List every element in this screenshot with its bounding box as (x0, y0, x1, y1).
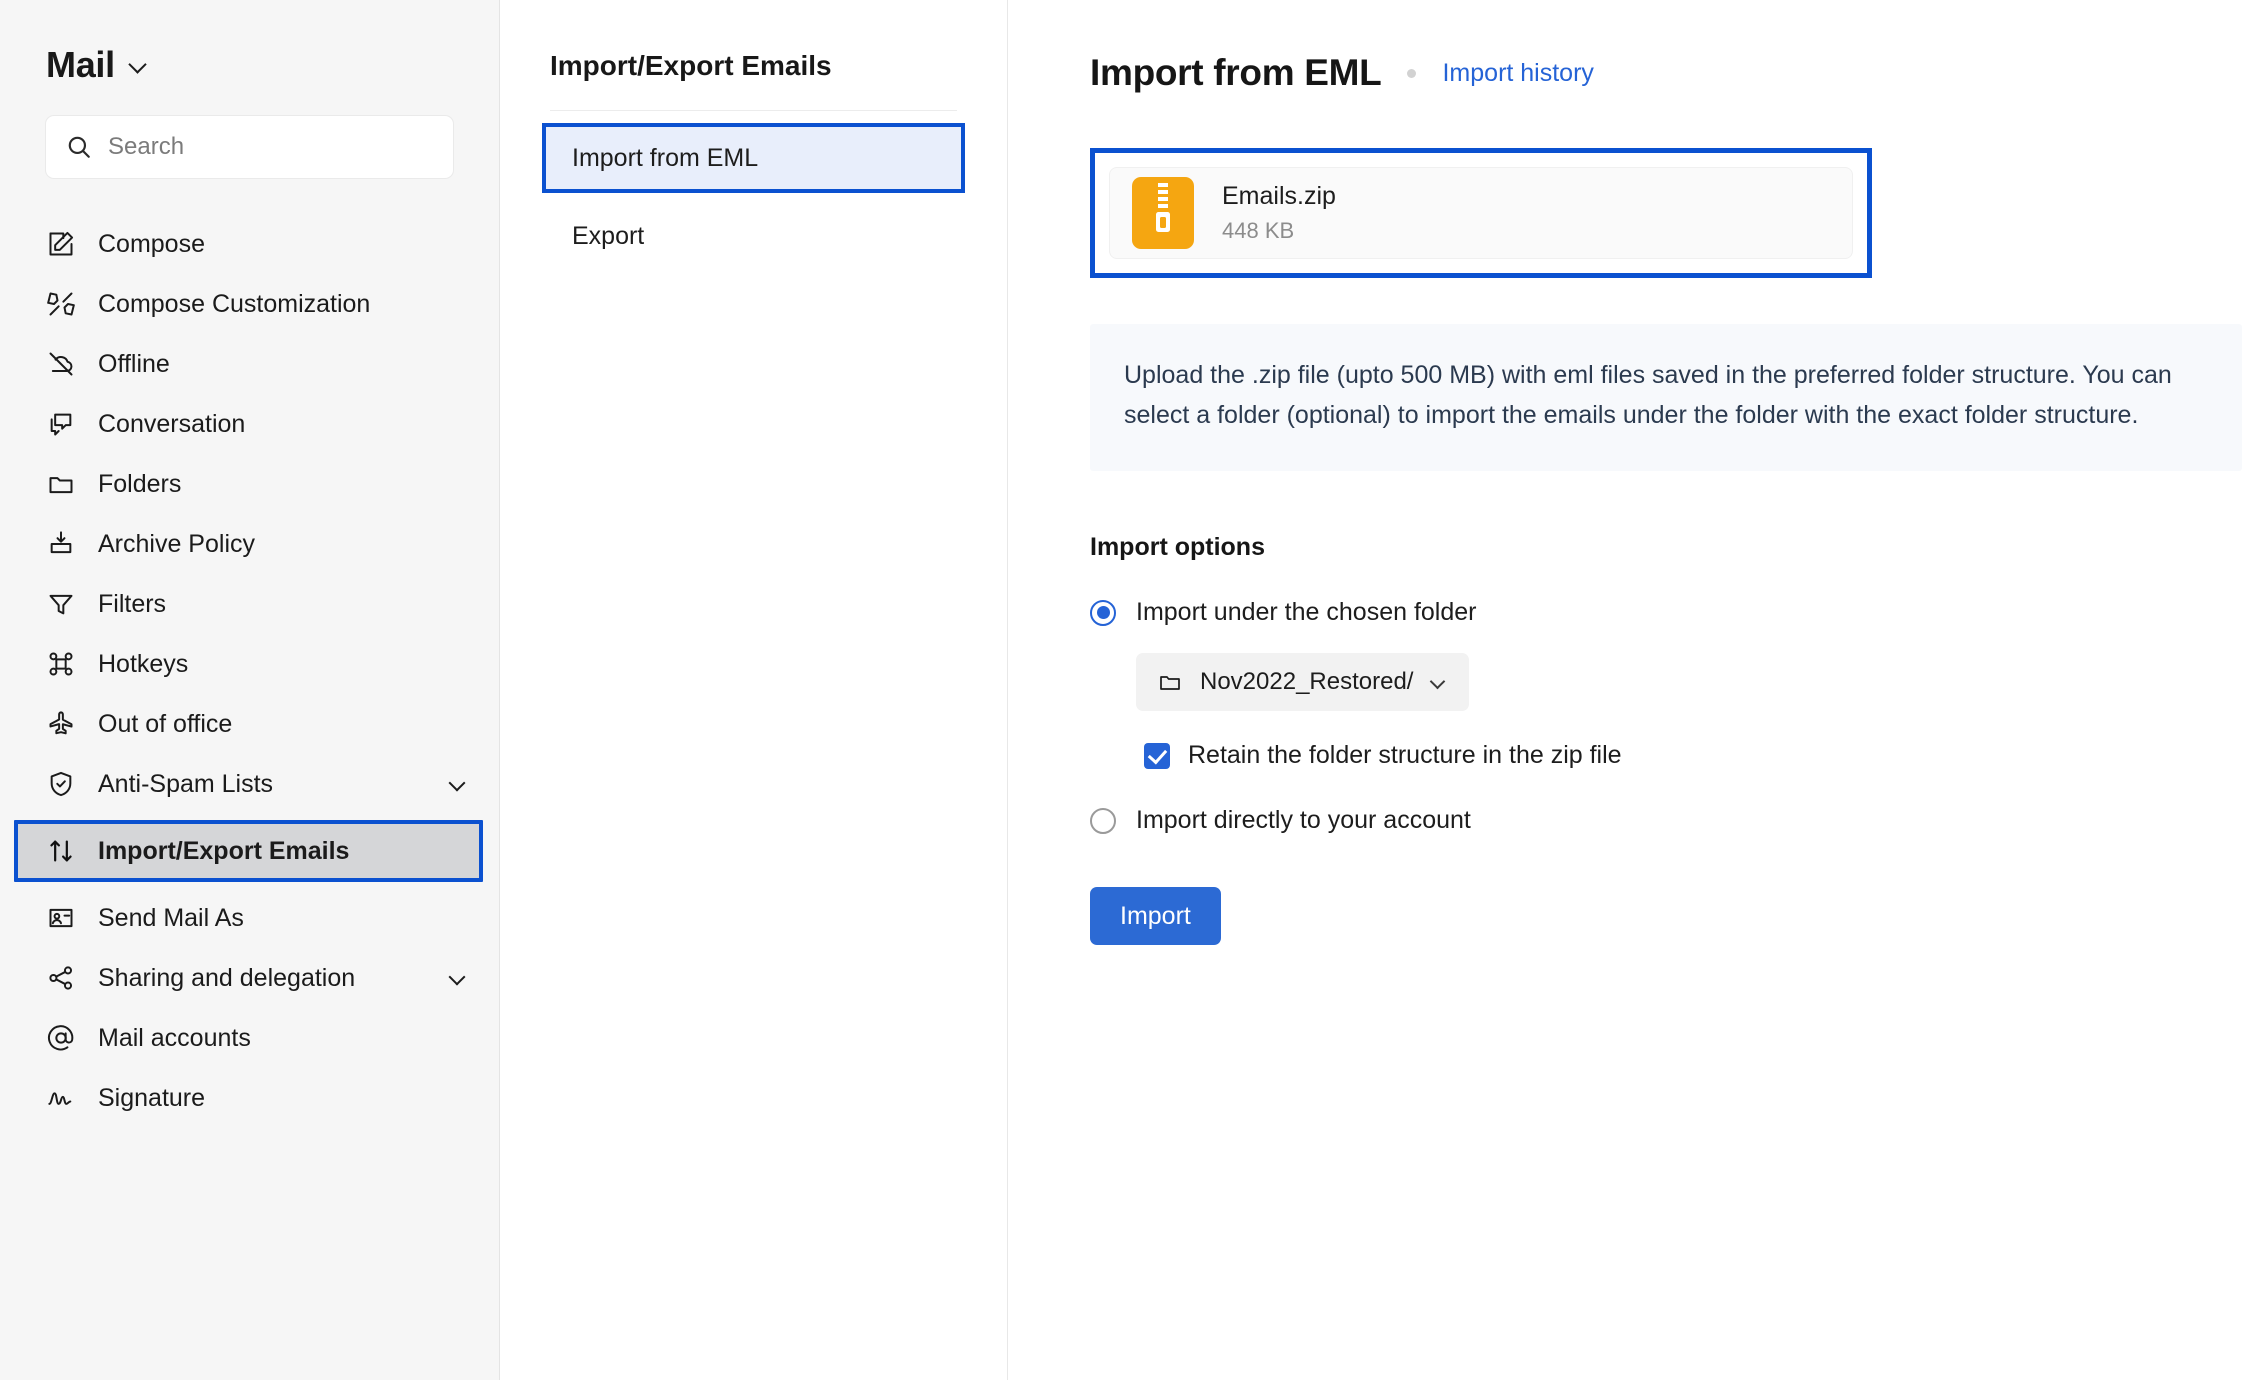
settings-subnav-panel: Import/Export Emails Import from EML Exp… (500, 0, 1008, 1380)
file-size: 448 KB (1222, 218, 1295, 243)
sidebar-item-label: Send Mail As (98, 903, 244, 932)
file-meta: Emails.zip 448 KB (1222, 182, 1336, 244)
signature-icon (46, 1083, 76, 1113)
checkbox-checked-icon[interactable] (1144, 742, 1170, 769)
sidebar-item-label: Compose (98, 229, 205, 258)
sidebar-item-sharing-and-delegation[interactable]: Sharing and delegation (0, 948, 499, 1008)
subnav-item-label: Import from EML (572, 143, 759, 172)
separator-dot-icon (1407, 68, 1417, 78)
sidebar-item-filters[interactable]: Filters (0, 574, 499, 634)
radio-label: Import under the chosen folder (1136, 598, 1477, 626)
sidebar-item-offline[interactable]: Offline (0, 334, 499, 394)
info-banner-text: Upload the .zip file (upto 500 MB) with … (1124, 361, 2172, 429)
page-title: Import from EML (1090, 52, 1382, 93)
import-button[interactable]: Import (1090, 887, 1221, 945)
sidebar-item-label: Sharing and delegation (98, 963, 356, 992)
checkbox-retain-folder-structure[interactable]: Retain the folder structure in the zip f… (1144, 741, 2204, 770)
sidebar-item-compose-customization[interactable]: Compose Customization (0, 274, 499, 334)
sidebar-item-label: Archive Policy (98, 529, 255, 558)
folder-icon (1158, 670, 1182, 694)
chat-icon (46, 409, 76, 439)
folder-select-dropdown[interactable]: Nov2022_Restored/ (1136, 653, 1470, 711)
sidebar-item-signature[interactable]: Signature (0, 1068, 499, 1128)
contact-card-icon (46, 903, 76, 933)
shield-check-icon (46, 769, 76, 799)
sidebar-item-hotkeys[interactable]: Hotkeys (0, 634, 499, 694)
folder-select-value: Nov2022_Restored/ (1200, 668, 1414, 695)
sidebar-item-label: Folders (98, 469, 182, 498)
sidebar-nav: Compose Compose Customization Offline Co… (0, 214, 499, 1128)
sidebar-item-label: Signature (98, 1083, 206, 1112)
radio-button-unselected-icon[interactable] (1090, 807, 1116, 834)
sidebar-item-label: Offline (98, 349, 170, 378)
subnav-item-import-from-eml[interactable]: Import from EML (542, 123, 965, 193)
uploaded-file-highlight: Emails.zip 448 KB (1090, 148, 1872, 278)
search-icon (66, 134, 92, 160)
sidebar-item-send-mail-as[interactable]: Send Mail As (0, 888, 499, 948)
chevron-down-icon[interactable] (449, 774, 469, 794)
airplane-icon (46, 709, 76, 739)
funnel-icon (46, 589, 76, 619)
sidebar-item-mail-accounts[interactable]: Mail accounts (0, 1008, 499, 1068)
sidebar-item-folders[interactable]: Folders (0, 454, 499, 514)
search-box[interactable] (46, 116, 453, 178)
chevron-down-icon[interactable] (129, 55, 149, 75)
main-content: Import from EML Import history Emails.zi… (1008, 0, 2264, 1380)
tools-icon (46, 289, 76, 319)
app-root: Mail Compose (0, 0, 2264, 1380)
cloud-off-icon (46, 349, 76, 379)
at-sign-icon (46, 1023, 76, 1053)
radio-import-directly-to-account[interactable]: Import directly to your account (1090, 806, 2204, 835)
file-name: Emails.zip (1222, 182, 1336, 210)
subnav-item-label: Export (572, 221, 645, 250)
sidebar-item-label: Mail accounts (98, 1023, 251, 1052)
sidebar-item-archive-policy[interactable]: Archive Policy (0, 514, 499, 574)
archive-icon (46, 529, 76, 559)
checkbox-label: Retain the folder structure in the zip f… (1188, 741, 1622, 769)
search-input[interactable] (108, 133, 433, 161)
info-banner: Upload the .zip file (upto 500 MB) with … (1090, 324, 2242, 471)
command-icon (46, 649, 76, 679)
sidebar-item-conversation[interactable]: Conversation (0, 394, 499, 454)
sidebar-title: Mail (46, 44, 115, 85)
radio-label: Import directly to your account (1136, 806, 1471, 834)
chevron-down-icon[interactable] (1431, 674, 1447, 690)
subnav-item-export[interactable]: Export (550, 205, 957, 267)
sidebar-item-compose[interactable]: Compose (0, 214, 499, 274)
zip-file-icon (1132, 177, 1194, 249)
sidebar-item-out-of-office[interactable]: Out of office (0, 694, 499, 754)
compose-icon (46, 229, 76, 259)
sidebar-item-label: Filters (98, 589, 167, 618)
sidebar-item-label: Hotkeys (98, 649, 189, 678)
chevron-down-icon[interactable] (449, 968, 469, 988)
sidebar-item-label: Import/Export Emails (98, 836, 350, 865)
main-header: Import from EML Import history (1090, 52, 2204, 94)
sidebar-item-import-export-emails[interactable]: Import/Export Emails (14, 820, 483, 882)
arrows-up-down-icon (46, 836, 76, 866)
sidebar-header[interactable]: Mail (0, 0, 499, 86)
folder-icon (46, 469, 76, 499)
subnav-title: Import/Export Emails (550, 0, 957, 111)
uploaded-file-card[interactable]: Emails.zip 448 KB (1109, 167, 1853, 259)
radio-import-under-chosen-folder[interactable]: Import under the chosen folder (1090, 598, 2204, 627)
sidebar-item-label: Out of office (98, 709, 233, 738)
sidebar-item-anti-spam-lists[interactable]: Anti-Spam Lists (0, 754, 499, 814)
import-options-heading: Import options (1090, 533, 1265, 561)
share-nodes-icon (46, 963, 76, 993)
radio-button-selected-icon[interactable] (1090, 599, 1116, 626)
sidebar: Mail Compose (0, 0, 500, 1380)
sidebar-item-label: Anti-Spam Lists (98, 769, 274, 798)
sidebar-item-label: Compose Customization (98, 289, 371, 318)
import-history-link[interactable]: Import history (1442, 59, 1593, 88)
sidebar-item-label: Conversation (98, 409, 246, 438)
